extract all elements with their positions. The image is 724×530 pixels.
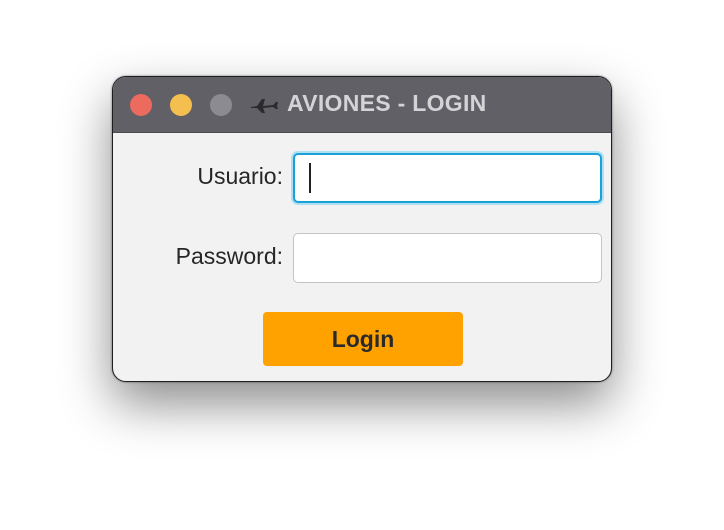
password-input[interactable]	[293, 233, 602, 283]
airplane-icon	[251, 99, 278, 113]
login-button[interactable]: Login	[263, 312, 463, 366]
title-bar[interactable]: AVIONES - LOGIN	[113, 77, 611, 133]
username-label: Usuario:	[197, 163, 283, 189]
text-caret	[309, 163, 311, 193]
minimize-window-button[interactable]	[170, 94, 192, 116]
username-input[interactable]	[293, 153, 602, 203]
zoom-window-button[interactable]	[210, 94, 232, 116]
login-window: AVIONES - LOGIN Usuario: Password: Login	[112, 76, 612, 382]
window-title: AVIONES - LOGIN	[287, 90, 487, 116]
close-window-button[interactable]	[130, 94, 152, 116]
password-label: Password:	[175, 243, 283, 269]
